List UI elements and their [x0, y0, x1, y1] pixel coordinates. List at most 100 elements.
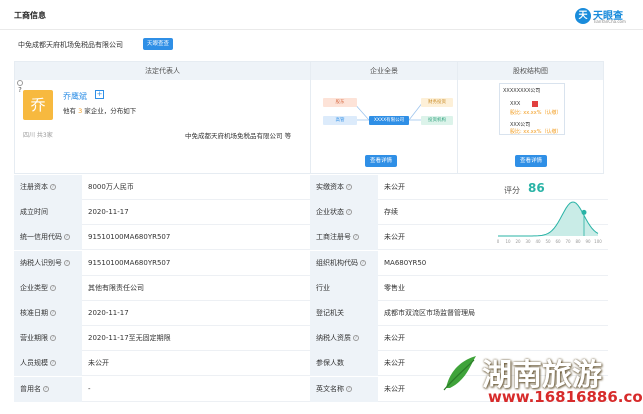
field-label-text: 注册资本 — [20, 183, 48, 191]
legal-rep-location: 四川 共3家 — [23, 132, 53, 139]
watermark: 湖南旅游 www.16816886.com — [440, 350, 643, 410]
field-label: 曾用名? — [14, 376, 82, 402]
help-icon[interactable]: ? — [50, 184, 56, 190]
score-value: 86 — [528, 181, 545, 195]
help-icon[interactable]: ? — [50, 335, 56, 342]
field-label: 工商注册号? — [310, 225, 378, 251]
field-value: 2020-11-17至无固定期限 — [88, 326, 310, 351]
score-axis-tick: 20 — [515, 239, 521, 244]
help-icon[interactable]: ? — [17, 80, 23, 94]
score-axis-tick: 50 — [545, 239, 551, 244]
field-label-text: 统一信用代码 — [20, 233, 62, 242]
investor-node[interactable]: 投资机构 — [421, 116, 453, 125]
score-marker-pin — [581, 209, 587, 215]
field-label: 实缴资本? — [310, 175, 378, 200]
field-label-text: 核准日期 — [20, 309, 48, 317]
score-axis-tick: 10 — [505, 239, 511, 244]
field-label: 核准日期? — [14, 301, 82, 326]
field-label-text: 人员规模 — [20, 359, 48, 368]
equity-title: 股权结构图 — [513, 67, 548, 75]
help-icon[interactable]: ? — [43, 385, 49, 392]
follow-plus-icon[interactable]: + — [95, 90, 104, 99]
field-value: 2020-11-17 — [88, 301, 310, 326]
score-axis-tick: 40 — [535, 239, 541, 244]
field-value-text: 91510100MA680YR507 — [88, 233, 171, 242]
help-icon[interactable]: ? — [353, 234, 359, 241]
field-label: 营业期限? — [14, 326, 82, 352]
equity-detail-button[interactable]: 查看详情 — [515, 155, 548, 167]
structure-detail-button[interactable]: 查看详情 — [365, 155, 398, 167]
divider — [0, 29, 643, 30]
equity-line-1: XXX — [510, 101, 521, 107]
field-label-text: 实缴资本 — [316, 183, 344, 191]
help-icon[interactable]: ? — [50, 360, 56, 367]
field-label-text: 营业期限 — [20, 334, 48, 343]
executive-node[interactable]: 高管 — [323, 116, 357, 125]
help-icon[interactable]: ? — [346, 385, 352, 392]
field-label: 行业 — [310, 275, 378, 301]
brand-logo[interactable]: 天 天眼查 TianYanCha.com — [575, 7, 633, 25]
field-value: 未公开 — [88, 351, 310, 376]
table-row: 营业期限? 2020-11-17至无固定期限 纳税人资质? 未公开 — [14, 326, 608, 352]
desc-prefix: 他有 — [63, 107, 76, 115]
score-axis-tick: 70 — [565, 239, 571, 244]
table-row: 企业类型? 其他有限责任公司 行业 零售业 — [14, 275, 608, 301]
field-value: 2020-11-17 — [88, 200, 310, 225]
field-value-text: 未公开 — [88, 359, 109, 368]
field-value-text: 成都市双流区市场监督管理局 — [384, 309, 475, 317]
field-value-text: 未公开 — [384, 359, 405, 368]
help-icon[interactable]: ? — [346, 209, 352, 216]
legal-rep-description: 他有 3 家企业，分布如下 — [63, 105, 136, 115]
equity-share-1: 股比: xx.xx%（认缴） — [510, 110, 562, 116]
equity-share-2: 股比: xx.xx%（认缴） — [510, 129, 562, 135]
equity-line-2: XXX公司 — [510, 122, 531, 128]
field-label-text: 纳税人识别号 — [20, 258, 62, 267]
help-icon[interactable]: ? — [353, 335, 359, 342]
field-value: - — [88, 377, 310, 402]
field-value: 零售业 — [384, 276, 494, 301]
field-value-text: 存续 — [384, 208, 398, 217]
legal-rep-header: 法定代表人? — [15, 62, 310, 94]
avatar[interactable]: 乔 — [23, 90, 53, 120]
help-icon[interactable]: ? — [50, 310, 56, 316]
leaf-logo-icon — [443, 356, 476, 391]
help-icon[interactable]: ? — [64, 234, 70, 241]
field-label: 参保人数 — [310, 351, 378, 377]
field-value-text: 2020-11-17至无固定期限 — [88, 334, 171, 343]
field-label: 成立时间 — [14, 200, 82, 226]
help-icon[interactable]: ? — [346, 184, 352, 190]
legal-rep-firm[interactable]: 中免成都天府机场免税品有限公司 等 — [185, 130, 291, 140]
desc-suffix: 家企业，分布如下 — [84, 107, 137, 115]
help-icon[interactable]: ? — [50, 284, 56, 291]
company-tag-button[interactable]: 天眼查查 — [143, 38, 174, 50]
finance-node[interactable]: 财务投资 — [421, 98, 453, 107]
equity-card[interactable]: XXXXXXXX公司 XXX 股比: xx.xx%（认缴） XXX公司 股比: … — [499, 83, 565, 135]
shareholder-node[interactable]: 股东 — [323, 98, 357, 107]
company-node[interactable]: XXXX有限公司 — [369, 116, 409, 125]
field-value: 未公开 — [384, 225, 494, 250]
field-value-text: MA680YR50 — [384, 258, 427, 267]
legal-rep-name[interactable]: 乔鹰斌 — [63, 91, 87, 102]
watermark-url: www.16816886.com — [488, 388, 643, 406]
help-icon[interactable]: ? — [64, 259, 70, 266]
score-axis-tick: 90 — [585, 239, 591, 244]
field-label: 登记机关 — [310, 301, 378, 326]
legal-rep-title: 法定代表人 — [145, 67, 180, 75]
field-label: 企业状态? — [310, 200, 378, 226]
score-axis-tick: 100 — [594, 239, 602, 244]
help-icon[interactable]: ? — [360, 259, 366, 266]
score-widget[interactable]: 评分 86 0 10 20 30 40 50 60 70 80 90 100 — [492, 176, 602, 246]
field-value-text: 未公开 — [384, 183, 405, 191]
field-label-text: 英文名称 — [316, 384, 344, 393]
red-badge-icon — [532, 101, 538, 107]
field-label-text: 企业类型 — [20, 283, 48, 292]
field-value: 未公开 — [384, 326, 494, 351]
field-value: 8000万人民币 — [88, 175, 310, 200]
field-value-text: 8000万人民币 — [88, 183, 134, 191]
equity-top: XXXXXXXX公司 — [503, 88, 541, 94]
field-label-text: 行业 — [316, 283, 330, 292]
field-label-text: 成立时间 — [20, 208, 48, 217]
field-label: 注册资本? — [14, 175, 82, 200]
structure-title: 企业全景 — [370, 67, 398, 75]
score-axis-tick: 30 — [525, 239, 531, 244]
